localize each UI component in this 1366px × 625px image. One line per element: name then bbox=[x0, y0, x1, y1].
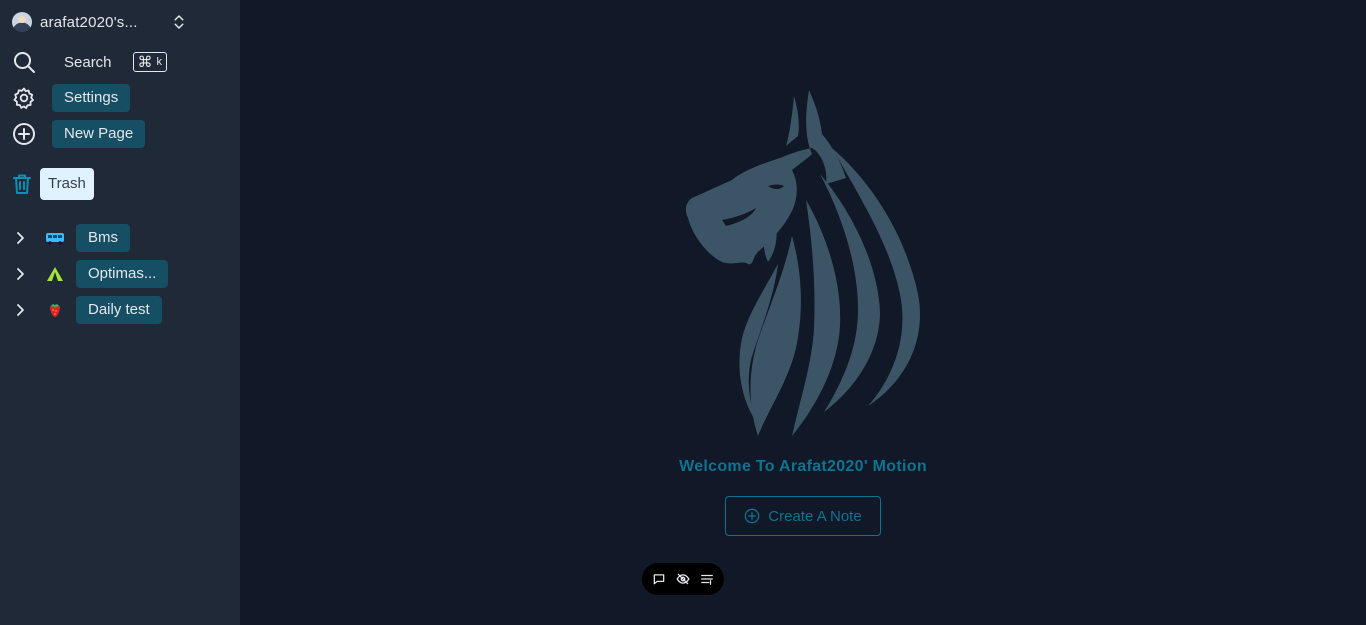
eye-off-icon[interactable] bbox=[675, 571, 691, 587]
trash-item[interactable]: Trash bbox=[12, 168, 94, 200]
page-item-optimas[interactable]: Optimas... bbox=[12, 260, 169, 288]
search-icon bbox=[12, 50, 36, 74]
create-note-label: Create A Note bbox=[768, 507, 862, 525]
sidebar: arafat2020's... Search ⌘ k Settings New … bbox=[0, 0, 240, 625]
new-page-item[interactable]: New Page bbox=[12, 120, 146, 148]
welcome-heading: Welcome To Arafat2020' Motion bbox=[679, 458, 927, 475]
page-item-daily-test[interactable]: Daily test bbox=[12, 296, 162, 324]
comment-icon[interactable] bbox=[651, 571, 667, 587]
bus-icon bbox=[44, 230, 66, 246]
workspace-switcher[interactable]: arafat2020's... bbox=[12, 10, 188, 34]
page-label-daily-test[interactable]: Daily test bbox=[76, 296, 162, 324]
search-label: Search bbox=[64, 53, 112, 71]
gear-icon bbox=[12, 86, 36, 110]
page-label-bms[interactable]: Bms bbox=[76, 224, 130, 252]
create-note-button[interactable]: Create A Note bbox=[725, 496, 881, 536]
trash-icon bbox=[12, 172, 32, 196]
chevron-right-icon[interactable] bbox=[12, 302, 28, 318]
chevron-right-icon[interactable] bbox=[12, 230, 28, 246]
strawberry-icon bbox=[44, 302, 66, 318]
tent-icon bbox=[44, 266, 66, 282]
wolf-logo-icon bbox=[685, 90, 920, 436]
user-name: arafat2020's... bbox=[40, 13, 138, 31]
command-key: ⌘ bbox=[137, 53, 153, 71]
plus-circle-icon bbox=[744, 508, 760, 524]
search-item[interactable]: Search ⌘ k bbox=[12, 48, 168, 76]
plus-circle-icon bbox=[12, 122, 36, 146]
page-label-optimas[interactable]: Optimas... bbox=[76, 260, 169, 288]
page-item-bms[interactable]: Bms bbox=[12, 224, 130, 252]
search-shortcut-badge: ⌘ k bbox=[132, 52, 168, 72]
align-icon[interactable] bbox=[699, 571, 715, 587]
trash-button[interactable]: Trash bbox=[40, 168, 94, 200]
new-page-button[interactable]: New Page bbox=[52, 120, 146, 148]
user-avatar bbox=[12, 12, 32, 32]
settings-item[interactable]: Settings bbox=[12, 84, 131, 112]
main-content: Welcome To Arafat2020' Motion Create A N… bbox=[240, 0, 1366, 625]
chevron-right-icon[interactable] bbox=[12, 266, 28, 282]
floating-toolbar bbox=[642, 563, 724, 595]
settings-button[interactable]: Settings bbox=[52, 84, 131, 112]
app-root: arafat2020's... Search ⌘ k Settings New … bbox=[0, 0, 1366, 625]
chevron-up-down-icon bbox=[174, 15, 184, 29]
shortcut-key: k bbox=[156, 56, 163, 68]
